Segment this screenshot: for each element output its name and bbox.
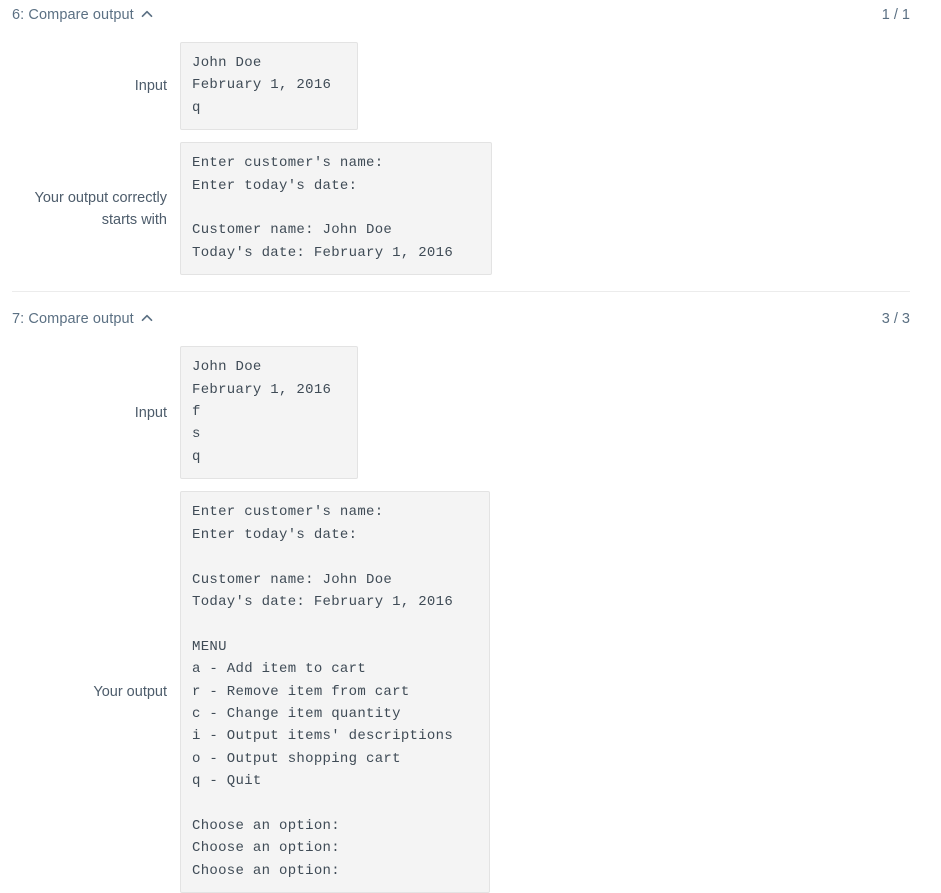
test-case-7: 7: Compare output 3 / 3 Input John Doe F… xyxy=(0,292,941,893)
test-case-6: 6: Compare output 1 / 1 Input John Doe F… xyxy=(0,0,941,291)
test-case-6-output-block: Enter customer's name: Enter today's dat… xyxy=(180,142,492,276)
test-case-7-output-block: Enter customer's name: Enter today's dat… xyxy=(180,491,490,893)
test-case-7-input-row: Input John Doe February 1, 2016 f s q xyxy=(0,346,941,480)
chevron-up-icon[interactable] xyxy=(140,7,154,21)
test-case-7-header[interactable]: 7: Compare output 3 / 3 xyxy=(0,304,941,334)
test-case-6-output-row: Your output correctly starts with Enter … xyxy=(0,142,941,276)
test-case-6-input-label: Input xyxy=(134,78,167,95)
test-case-6-header[interactable]: 6: Compare output 1 / 1 xyxy=(0,0,941,30)
test-case-6-input-block: John Doe February 1, 2016 q xyxy=(180,42,358,131)
test-results-page: 6: Compare output 1 / 1 Input John Doe F… xyxy=(0,0,941,893)
test-case-7-input-label: Input xyxy=(134,404,167,421)
test-case-7-output-row: Your output Enter customer's name: Enter… xyxy=(0,491,941,893)
test-case-7-output-label: Your output xyxy=(93,684,167,701)
test-case-7-input-block: John Doe February 1, 2016 f s q xyxy=(180,346,358,480)
test-case-6-output-label: Your output correctly starts with xyxy=(34,189,167,228)
test-case-6-title[interactable]: 6: Compare output xyxy=(12,5,134,25)
test-case-7-title[interactable]: 7: Compare output xyxy=(12,309,134,329)
chevron-up-icon[interactable] xyxy=(140,311,154,325)
test-case-6-score: 1 / 1 xyxy=(881,7,910,23)
test-case-7-score: 3 / 3 xyxy=(881,311,910,328)
test-case-6-input-row: Input John Doe February 1, 2016 q xyxy=(0,42,941,131)
